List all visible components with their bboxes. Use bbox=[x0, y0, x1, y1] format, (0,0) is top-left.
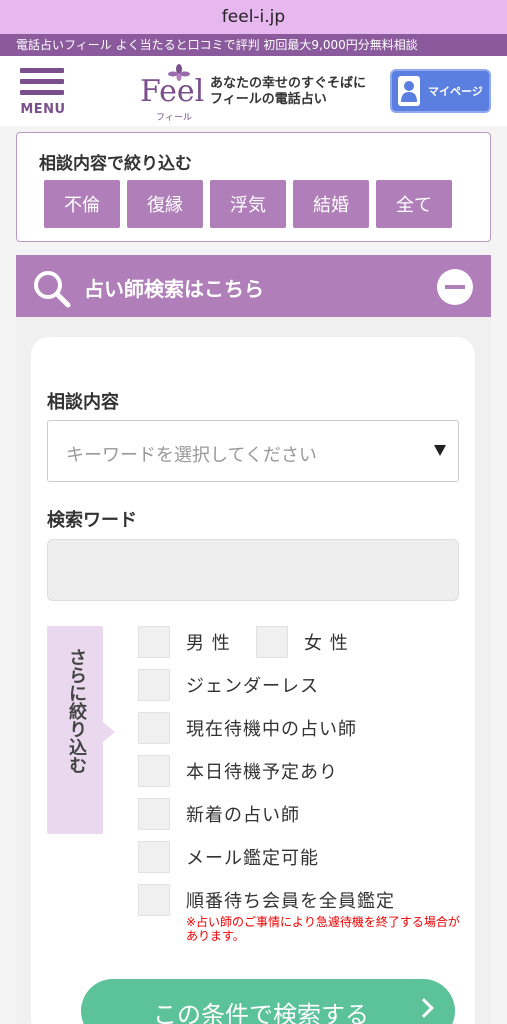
tag-all[interactable]: 全て bbox=[376, 180, 452, 228]
consult-select-placeholder: キーワードを選択してください bbox=[66, 445, 317, 466]
header-catchphrase: あなたの幸せのすぐそばに フィールの電話占い bbox=[210, 76, 367, 107]
option-mail-reading[interactable]: メール鑑定可能 bbox=[138, 841, 319, 873]
consult-label: 相談内容 bbox=[47, 392, 119, 413]
logo-subtext: フィール bbox=[156, 113, 192, 123]
mypage-button[interactable]: マイページ bbox=[390, 69, 491, 113]
checkbox[interactable] bbox=[138, 884, 170, 916]
menu-label: MENU bbox=[20, 102, 66, 117]
logo-text: Feel bbox=[140, 74, 205, 109]
keyword-label: 検索ワード bbox=[47, 510, 137, 531]
search-panel: 相談内容 キーワードを選択してください 検索ワード さらに絞り込む 男 性 女 … bbox=[16, 317, 491, 1024]
tag-fukuen[interactable]: 復縁 bbox=[127, 180, 203, 228]
queue-note: ※占い師のご事情により急遽待機を終了する場合があります。 bbox=[186, 915, 460, 943]
chevron-right-icon bbox=[414, 998, 434, 1018]
consult-select[interactable]: キーワードを選択してください bbox=[47, 420, 459, 482]
search-form: 相談内容 キーワードを選択してください 検索ワード さらに絞り込む 男 性 女 … bbox=[31, 337, 475, 1024]
category-filter-title: 相談内容で絞り込む bbox=[39, 154, 192, 174]
site-logo[interactable]: Feel フィール bbox=[140, 64, 205, 123]
tag-uwaki[interactable]: 浮気 bbox=[210, 180, 286, 228]
hamburger-icon bbox=[20, 68, 64, 73]
option-female[interactable]: 女 性 bbox=[256, 626, 349, 658]
browser-url-text: feel-i.jp bbox=[221, 7, 286, 27]
site-header: MENU Feel フィール あなたの幸せのすぐそばに フィールの電話占い マイ… bbox=[0, 56, 507, 126]
narrow-down-tab: さらに絞り込む bbox=[47, 626, 115, 834]
category-tags: 不倫 復縁 浮気 結婚 全て bbox=[44, 180, 452, 228]
search-submit-button[interactable]: この条件で検索する bbox=[81, 979, 455, 1024]
search-section-title: 占い師検索はこちら bbox=[84, 277, 264, 301]
option-queue-all[interactable]: 順番待ち会員を全員鑑定 bbox=[138, 884, 395, 916]
collapse-icon[interactable] bbox=[437, 269, 473, 305]
user-icon bbox=[398, 76, 420, 106]
checkbox[interactable] bbox=[138, 669, 170, 701]
option-genderless[interactable]: ジェンダーレス bbox=[138, 669, 319, 701]
checkbox[interactable] bbox=[138, 841, 170, 873]
checkbox[interactable] bbox=[256, 626, 288, 658]
submit-label: この条件で検索する bbox=[153, 1001, 369, 1024]
checkbox[interactable] bbox=[138, 626, 170, 658]
browser-url-bar[interactable]: feel-i.jp bbox=[0, 0, 507, 34]
search-icon bbox=[34, 271, 71, 308]
option-newcomer[interactable]: 新着の占い師 bbox=[138, 798, 300, 830]
menu-button[interactable]: MENU bbox=[20, 68, 66, 120]
keyword-input[interactable] bbox=[47, 539, 459, 601]
checkbox[interactable] bbox=[138, 798, 170, 830]
checkbox[interactable] bbox=[138, 712, 170, 744]
tag-furin[interactable]: 不倫 bbox=[44, 180, 120, 228]
category-filter: 相談内容で絞り込む 不倫 復縁 浮気 結婚 全て bbox=[16, 132, 491, 242]
search-section-header[interactable]: 占い師検索はこちら bbox=[16, 255, 491, 317]
caret-down-icon bbox=[434, 445, 446, 456]
option-waiting-now[interactable]: 現在待機中の占い師 bbox=[138, 712, 357, 744]
checkbox[interactable] bbox=[138, 755, 170, 787]
option-male[interactable]: 男 性 bbox=[138, 626, 231, 658]
mypage-label: マイページ bbox=[428, 85, 483, 98]
narrow-down-label: さらに絞り込む bbox=[66, 648, 87, 774]
site-tagline: 電話占いフィール よく当たると口コミで評判 初回最大9,000円分無料相談 bbox=[0, 34, 507, 56]
tag-kekkon[interactable]: 結婚 bbox=[293, 180, 369, 228]
option-scheduled-today[interactable]: 本日待機予定あり bbox=[138, 755, 338, 787]
